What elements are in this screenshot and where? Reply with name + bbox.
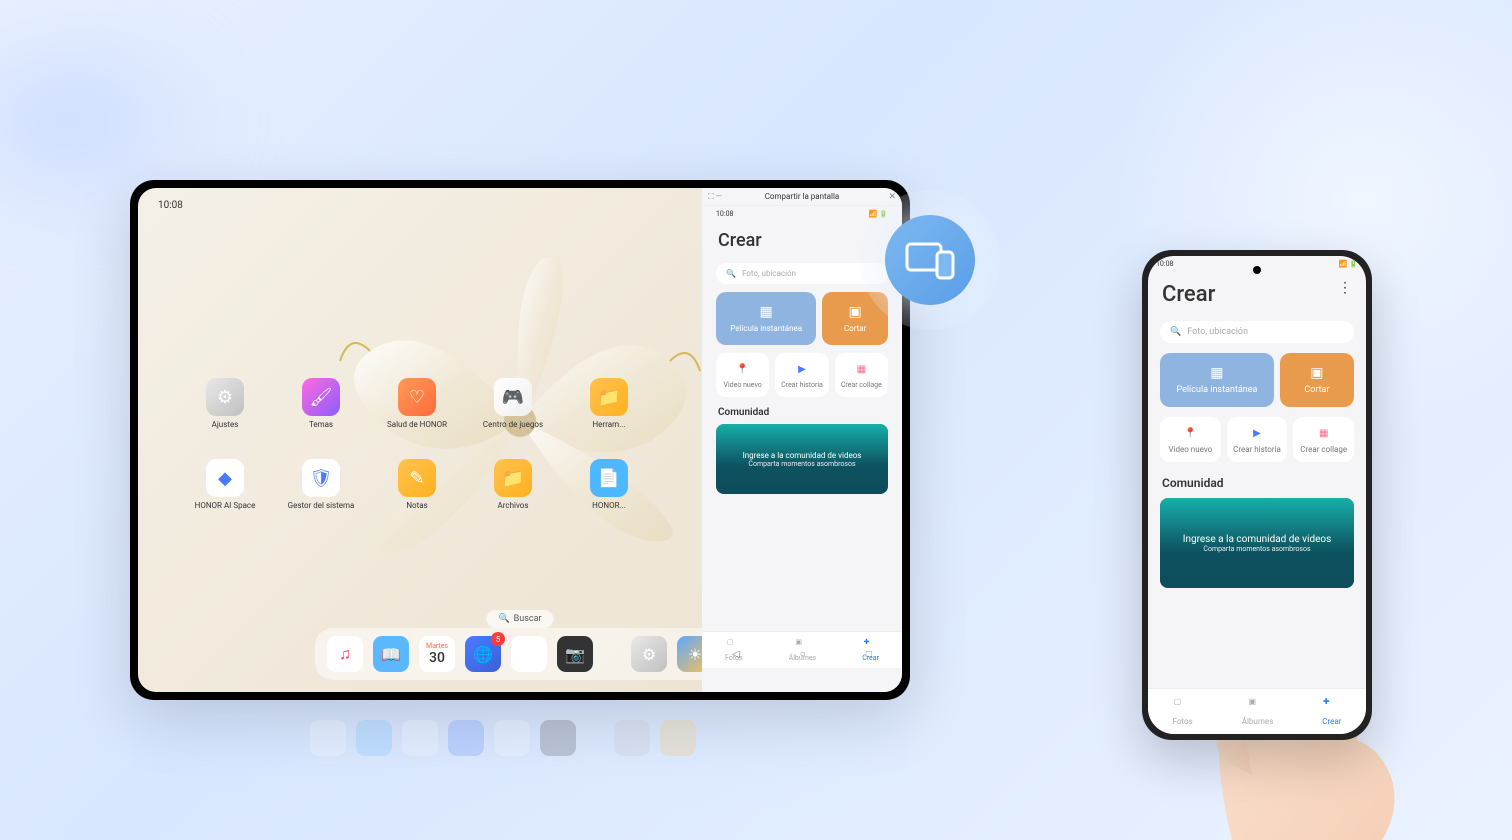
instant-movie-button[interactable]: ▦Película instantánea [716, 292, 816, 345]
phone-camera-notch [1253, 266, 1261, 274]
app-salud-de-honor[interactable]: ♡ Salud de HONOR [390, 378, 444, 429]
app-temas[interactable]: 🖌 Temas [294, 378, 348, 429]
recent-icon[interactable]: □ [866, 649, 872, 660]
app-label: Notas [406, 501, 427, 510]
dock-app[interactable]: 📖 [373, 636, 409, 672]
app-icon: 🖌 [302, 378, 340, 416]
tab-photos[interactable]: ▢Fotos [1173, 697, 1193, 726]
app-archivos[interactable]: 📁 Archivos [486, 459, 540, 510]
tablet-dock: ♫📖Martes30🌐5✿📷⚙☀ [315, 628, 725, 680]
instant-movie-button[interactable]: ▦Película instantánea [1160, 353, 1274, 407]
community-banner[interactable]: Ingrese a la comunidad de videosComparta… [1160, 498, 1354, 588]
new-video-button[interactable]: 📍Video nuevo [716, 353, 769, 397]
search-icon: 🔍 [498, 614, 509, 624]
bottom-tabs: ▢Fotos ▣Álbumes ✚Crear [1148, 688, 1366, 734]
app-gestor-del-sistema[interactable]: 🛡Gestor del sistema [294, 459, 348, 510]
tablet-search[interactable]: 🔍 Buscar [486, 610, 553, 628]
app-honor-[interactable]: 📄 HONOR... [582, 459, 636, 510]
tablet-reflection [130, 700, 910, 820]
search-input[interactable]: 🔍Foto, ubicación [1160, 321, 1354, 343]
app-label: Archivos [498, 501, 529, 510]
app-label: HONOR AI Space [195, 501, 256, 510]
app-icon: 📁 [494, 459, 532, 497]
new-video-button[interactable]: 📍Video nuevo [1160, 417, 1221, 462]
app-label: Ajustes [212, 420, 239, 429]
mirror-window-controls[interactable]: ⛶ — [708, 192, 722, 202]
cut-button[interactable]: ▣Cortar [1280, 353, 1354, 407]
dock-app[interactable]: ⚙ [631, 636, 667, 672]
app-label: HONOR... [592, 501, 626, 510]
create-collage-button[interactable]: ▦Crear collage [1293, 417, 1354, 462]
tablet-screen: 10:08 📶 🔋 ⚙Ajustes🖌Temas♡Salud de HONOR🎮… [138, 188, 902, 692]
app-ajustes[interactable]: ⚙ Ajustes [198, 378, 252, 429]
app-icon: 📁 [590, 378, 628, 416]
mirror-title: Compartir la pantalla [765, 192, 840, 201]
tab-create[interactable]: ✚Crear [1322, 697, 1341, 726]
community-heading: Comunidad [718, 407, 886, 418]
dock-app[interactable]: 🌐5 [465, 636, 501, 672]
app-icon: 🛡 [302, 459, 340, 497]
create-collage-button[interactable]: ▦Crear collage [835, 353, 888, 397]
dock-reflection [310, 720, 696, 756]
app-label: Herram... [593, 420, 626, 429]
app-label: Temas [309, 420, 333, 429]
app-icon: 🎮 [494, 378, 532, 416]
dock-app[interactable]: 📷 [557, 636, 593, 672]
dock-app[interactable]: Martes30 [419, 636, 455, 672]
phone-screen: ⋮ 10:08📶 🔋Crear🔍Foto, ubicación▦Película… [1148, 256, 1366, 734]
app-icon: ◆ [206, 459, 244, 497]
community-heading: Comunidad [1162, 476, 1352, 490]
tablet-home-apps: ⚙ Ajustes 🖌 Temas ♡ Salud de HONOR 🎮 Centro de … [198, 378, 636, 510]
community-banner[interactable]: Ingrese a la comunidad de videosComparta… [716, 424, 888, 494]
app-honor-ai-space[interactable]: ◆HONOR AI Space [198, 459, 252, 510]
mirror-titlebar: ⛶ — Compartir la pantalla ✕ [702, 188, 902, 206]
app-label: Gestor del sistema [288, 501, 355, 510]
app-icon: ✎ [398, 459, 436, 497]
app-icon: ⚙ [206, 378, 244, 416]
dock-app[interactable]: ♫ [327, 636, 363, 672]
home-icon[interactable]: ○ [800, 649, 806, 660]
app-label: Centro de juegos [483, 420, 543, 429]
tab-albums[interactable]: ▣Álbumes [1242, 697, 1273, 726]
tablet-time: 10:08 [158, 200, 183, 211]
app-icon: ♡ [398, 378, 436, 416]
more-icon[interactable]: ⋮ [1338, 280, 1352, 296]
create-story-button[interactable]: ▶Crear historia [775, 353, 828, 397]
app-icon: 📄 [590, 459, 628, 497]
back-icon[interactable]: ◁ [732, 649, 740, 660]
screen-share-badge [860, 190, 1000, 330]
dock-app[interactable]: ✿ [511, 636, 547, 672]
phone-device: ⋮ 10:08📶 🔋Crear🔍Foto, ubicación▦Película… [1142, 250, 1372, 740]
create-story-button[interactable]: ▶Crear historia [1227, 417, 1288, 462]
page-title: Crear [1148, 272, 1366, 317]
tablet-device: 10:08 📶 🔋 ⚙Ajustes🖌Temas♡Salud de HONOR🎮… [130, 180, 910, 700]
app-label: Salud de HONOR [387, 420, 447, 429]
screen-share-icon [903, 238, 957, 282]
app-centro-de-juegos[interactable]: 🎮 Centro de juegos [486, 378, 540, 429]
app-notas[interactable]: ✎ Notas [390, 459, 444, 510]
app-herram-[interactable]: 📁 Herram... [582, 378, 636, 429]
phone-status-bar: 10:08📶 🔋 [708, 206, 896, 222]
